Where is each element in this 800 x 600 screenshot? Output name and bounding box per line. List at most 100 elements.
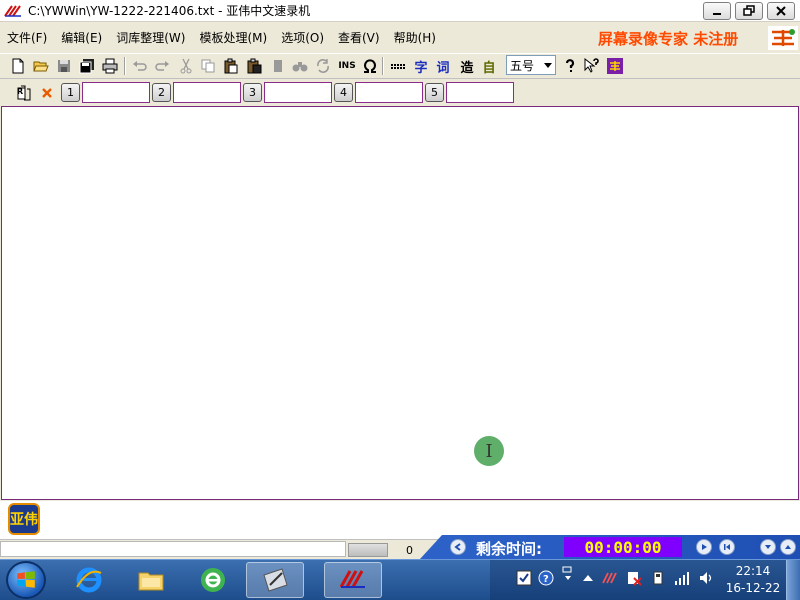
delete-button[interactable] (268, 56, 288, 76)
auto-button[interactable]: 自 (479, 56, 499, 76)
app-logo-icon (4, 4, 21, 17)
slot-4-button[interactable]: 4 (334, 83, 353, 102)
menu-options[interactable]: 选项(O) (274, 29, 331, 46)
start-button[interactable] (6, 561, 46, 599)
help-circle-icon: ? (538, 570, 554, 586)
action-center-flag-icon (628, 572, 642, 586)
undo-button[interactable] (130, 56, 150, 76)
taskbar-ie[interactable] (60, 562, 118, 598)
yawei-badge[interactable]: 亚伟 (8, 503, 40, 535)
taskbar-yawei[interactable] (324, 562, 382, 598)
clock-time[interactable]: 22:14 (722, 564, 784, 578)
char-mode-button[interactable]: 字 (411, 56, 431, 76)
redo-button[interactable] (152, 56, 172, 76)
timer-reset-button[interactable] (719, 539, 735, 555)
slot-5-field[interactable] (446, 82, 514, 103)
chevron-down-icon (765, 545, 771, 549)
slot-4-field[interactable] (355, 82, 423, 103)
slot-2-button[interactable]: 2 (152, 83, 171, 102)
taskbar-tablet[interactable] (246, 562, 304, 598)
menu-view[interactable]: 查看(V) (331, 29, 387, 46)
scroll-up-button[interactable] (780, 539, 796, 555)
internet-explorer-icon (76, 567, 102, 593)
tray-yawei[interactable] (602, 570, 618, 586)
toolbar-separator (124, 57, 126, 75)
tray-device[interactable] (650, 570, 666, 586)
toolbar-separator (382, 57, 384, 75)
scroll-down-button[interactable] (760, 539, 776, 555)
slot-1-field[interactable] (82, 82, 150, 103)
menu-edit[interactable]: 编辑(E) (54, 29, 109, 46)
tray-volume[interactable] (698, 570, 714, 586)
clear-slot-button[interactable] (37, 83, 57, 103)
tray-flag[interactable] (626, 570, 642, 586)
replace-button[interactable] (313, 56, 333, 76)
save-all-button[interactable] (77, 56, 97, 76)
taskbar-explorer[interactable] (122, 562, 180, 598)
document-gray-icon (274, 60, 282, 72)
tray-help[interactable]: ? (538, 570, 554, 586)
yawei-about-icon (607, 58, 623, 74)
usb-device-icon (653, 571, 663, 585)
paste-special-button[interactable] (244, 56, 264, 76)
zi-label: 字 (414, 60, 428, 76)
copy-doc-icon: R (17, 85, 31, 101)
open-file-button[interactable] (31, 56, 51, 76)
paste-special-icon (247, 58, 262, 74)
font-size-select[interactable]: 五号 (506, 55, 556, 75)
triangle-up-icon (583, 575, 593, 581)
recorder-promo-text: 屏幕录像专家 未注册 (598, 30, 739, 48)
play-icon (702, 544, 707, 550)
paste-button[interactable] (221, 56, 241, 76)
find-button[interactable] (290, 56, 310, 76)
create-word-button[interactable]: 造 (457, 56, 477, 76)
symbol-button[interactable] (360, 56, 380, 76)
cut-button[interactable] (176, 56, 196, 76)
tray-language[interactable] (560, 566, 576, 582)
minimize-button[interactable] (703, 2, 731, 20)
menu-file[interactable]: 文件(F) (0, 29, 54, 46)
chevron-up-icon (785, 545, 791, 549)
clock-date[interactable]: 16-12-22 (722, 581, 784, 595)
save-all-icon (79, 59, 94, 74)
close-button[interactable] (767, 2, 795, 20)
refresh-replace-icon (317, 59, 329, 73)
text-editor[interactable] (1, 106, 799, 500)
taskbar-browser[interactable] (184, 562, 242, 598)
about-button[interactable] (605, 56, 625, 76)
mouse-cursor-highlight: I (474, 436, 504, 466)
word-mode-button[interactable]: 词 (433, 56, 453, 76)
print-button[interactable] (100, 56, 120, 76)
menu-template[interactable]: 模板处理(M) (192, 29, 274, 46)
copy-slot-button[interactable]: R (14, 83, 34, 103)
yawei-badge-text: 亚伟 (10, 512, 38, 528)
new-file-button[interactable] (8, 56, 28, 76)
tray-checkbox[interactable] (516, 570, 532, 586)
show-desktop-button[interactable] (786, 560, 800, 600)
redo-icon (155, 61, 169, 71)
restore-button[interactable] (735, 2, 763, 20)
window-title: C:\YWWin\YW-1222-221406.txt - 亚伟中文速录机 (28, 4, 311, 18)
speaker-icon (700, 572, 712, 584)
dropdown-arrow-icon (544, 63, 552, 68)
menu-dictionary[interactable]: 词库整理(W) (109, 29, 192, 46)
copy-button[interactable] (198, 56, 218, 76)
windows-logo-icon (17, 571, 35, 588)
slot-1-button[interactable]: 1 (61, 83, 80, 102)
save-button[interactable] (54, 56, 74, 76)
context-help-button[interactable] (582, 56, 602, 76)
tray-network[interactable] (674, 570, 690, 586)
timer-back-button[interactable] (450, 539, 466, 555)
tray-show-hidden[interactable] (580, 570, 596, 586)
slot-5-button[interactable]: 5 (425, 83, 444, 102)
timer-play-button[interactable] (696, 539, 712, 555)
input-area (0, 501, 800, 539)
slot-3-button[interactable]: 3 (243, 83, 262, 102)
status-tab[interactable] (348, 543, 388, 557)
keyboard-button[interactable] (388, 56, 408, 76)
insert-mode-button[interactable]: INS (336, 56, 358, 76)
menu-help[interactable]: 帮助(H) (387, 29, 443, 46)
slot-3-field[interactable] (264, 82, 332, 103)
slot-2-field[interactable] (173, 82, 241, 103)
help-button[interactable] (560, 56, 580, 76)
